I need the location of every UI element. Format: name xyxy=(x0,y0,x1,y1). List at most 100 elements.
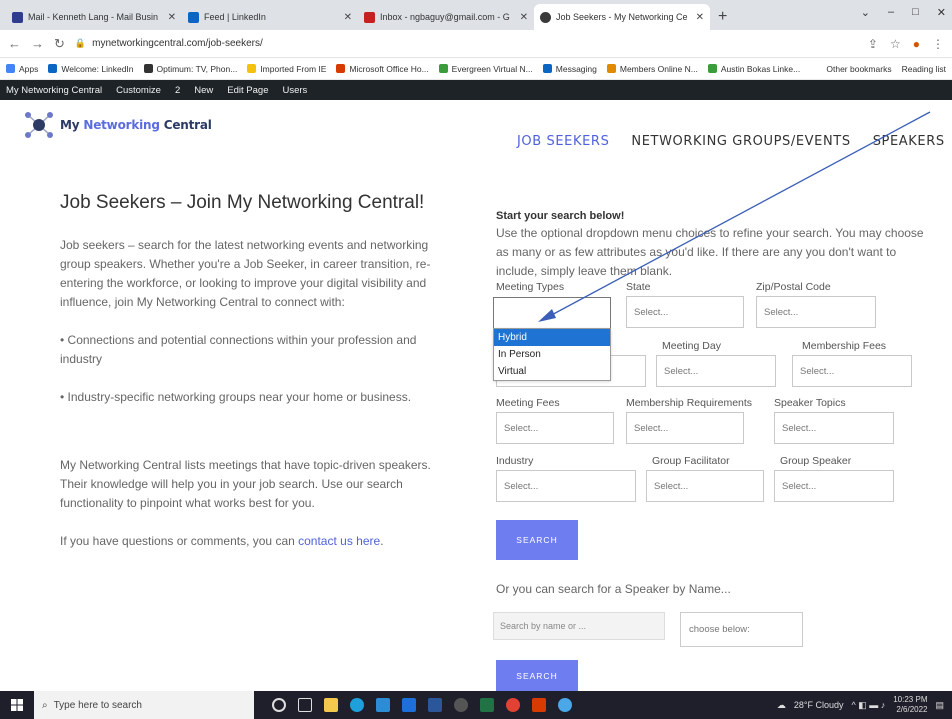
speaker-topics-select[interactable]: Select... xyxy=(774,412,894,444)
wp-admin-item[interactable]: My Networking Central xyxy=(6,85,102,96)
site-logo[interactable]: My Networking Central xyxy=(24,110,212,140)
taskbar-search-placeholder: Type here to search xyxy=(53,699,142,711)
close-icon[interactable]: ✕ xyxy=(520,12,528,23)
meeting-fees-select[interactable]: Select... xyxy=(496,412,614,444)
clock[interactable]: 10:23 PM 2/6/2022 xyxy=(893,695,927,715)
chevron-down-icon[interactable]: ⌄ xyxy=(861,6,870,19)
bookmark-item[interactable]: Optimum: TV, Phon... xyxy=(143,64,237,74)
word-icon[interactable] xyxy=(428,698,442,712)
filter-label: Zip/Postal Code xyxy=(756,281,831,293)
membership-fees-select[interactable]: Select... xyxy=(792,355,912,387)
minimize-icon[interactable]: – xyxy=(888,6,894,19)
group-speaker-select[interactable]: Select... xyxy=(774,470,894,502)
edge-icon[interactable] xyxy=(350,698,364,712)
dropdown-option-in-person[interactable]: In Person xyxy=(494,346,610,363)
wp-admin-item[interactable]: 2 xyxy=(175,85,180,96)
forward-icon[interactable]: → xyxy=(31,36,44,51)
task-view-icon[interactable] xyxy=(298,698,312,712)
lock-icon: 🔒 xyxy=(74,38,87,48)
windows-start-icon[interactable] xyxy=(0,691,34,719)
bookmark-item[interactable]: Apps xyxy=(6,64,38,74)
browser-tab-strip: Mail - Kenneth Lang - Mail Busin ✕ Feed … xyxy=(0,0,952,30)
bookmark-folder[interactable]: Reading list xyxy=(902,64,946,74)
filter-speaker-topics: Speaker Topics Select... xyxy=(774,397,904,444)
tab-title: Feed | LinkedIn xyxy=(204,12,266,22)
industry-select[interactable]: Select... xyxy=(496,470,636,502)
profile-icon[interactable]: ● xyxy=(913,37,920,51)
state-select[interactable]: Select... xyxy=(626,296,744,328)
wp-admin-bar: My Networking Central Customize 2 New Edit P… xyxy=(0,80,952,100)
bookmark-item[interactable]: Austin Bokas Linke... xyxy=(707,64,800,74)
filter-meeting-day: Meeting Day Select... xyxy=(656,340,786,387)
cortana-icon[interactable] xyxy=(272,698,286,712)
bookmark-icon xyxy=(6,64,15,73)
bookmark-icon xyxy=(336,64,346,73)
speaker-name-input[interactable]: Search by name or ... xyxy=(493,612,665,640)
meeting-day-select[interactable]: Select... xyxy=(656,355,776,387)
logo-network-icon xyxy=(25,112,53,138)
tray-icons[interactable]: ^ ◧ ▬ ♪ xyxy=(852,700,886,711)
intro-column: Job Seekers – Join My Networking Central… xyxy=(60,190,450,570)
bookmark-item[interactable]: Members Online N... xyxy=(606,64,698,74)
url-field[interactable]: 🔒 mynetworkingcentral.com/job-seekers/ xyxy=(75,34,858,54)
filter-label: Speaker Topics xyxy=(774,397,846,409)
app-icon[interactable] xyxy=(454,698,468,712)
close-icon[interactable]: ✕ xyxy=(696,12,704,23)
bookmark-item[interactable]: Messaging xyxy=(542,64,597,74)
wp-admin-item[interactable]: Edit Page xyxy=(227,85,268,96)
mail-icon[interactable] xyxy=(402,698,416,712)
speaker-choose-select[interactable]: choose below: xyxy=(680,612,803,647)
bookmark-label: Imported From IE xyxy=(260,63,327,74)
dropdown-option-virtual[interactable]: Virtual xyxy=(494,363,610,380)
office-icon[interactable] xyxy=(532,698,546,712)
filter-label: Meeting Fees xyxy=(496,397,560,409)
close-icon[interactable]: ✕ xyxy=(344,12,352,23)
group-facilitator-select[interactable]: Select... xyxy=(646,470,764,502)
zip-select[interactable]: Select... xyxy=(756,296,876,328)
maximize-icon[interactable]: □ xyxy=(912,6,919,19)
taskbar-search[interactable]: ⌕ Type here to search xyxy=(34,691,254,719)
search-intro-title: Start your search below! xyxy=(496,210,625,222)
nav-speakers[interactable]: SPEAKERS xyxy=(873,134,945,149)
contact-link[interactable]: contact us here xyxy=(298,534,380,548)
weather-text[interactable]: 28°F Cloudy xyxy=(794,700,844,710)
close-icon[interactable]: ✕ xyxy=(937,6,946,19)
intro-paragraph: Job seekers – search for the latest netw… xyxy=(60,238,431,309)
chrome-icon[interactable] xyxy=(506,698,520,712)
nav-job-seekers[interactable]: JOB SEEKERS xyxy=(517,134,609,149)
reload-icon[interactable]: ↻ xyxy=(54,36,65,52)
wp-admin-item[interactable]: Users xyxy=(282,85,307,96)
search-button[interactable]: SEARCH xyxy=(496,520,578,560)
wp-admin-item[interactable]: New xyxy=(194,85,213,96)
wp-admin-item[interactable]: Customize xyxy=(116,85,161,96)
menu-icon[interactable]: ⋮ xyxy=(932,37,944,51)
store-icon[interactable] xyxy=(376,698,390,712)
star-icon[interactable]: ☆ xyxy=(890,37,901,51)
back-icon[interactable]: ← xyxy=(8,36,21,51)
app-icon[interactable] xyxy=(558,698,572,712)
browser-tab[interactable]: Mail - Kenneth Lang - Mail Busin ✕ xyxy=(6,4,182,30)
new-tab-button[interactable]: + xyxy=(710,8,735,30)
file-explorer-icon[interactable] xyxy=(324,698,338,712)
filter-group-facilitator: Group Facilitator Select... xyxy=(646,455,774,502)
notification-icon[interactable]: ▤ xyxy=(935,700,944,711)
bookmark-item[interactable]: Welcome: LinkedIn xyxy=(48,64,134,74)
bookmark-folder[interactable]: Other bookmarks xyxy=(826,64,891,74)
bookmark-item[interactable]: Microsoft Office Ho... xyxy=(336,64,429,74)
browser-tab[interactable]: Inbox - ngbaguy@gmail.com - G ✕ xyxy=(358,4,534,30)
close-icon[interactable]: ✕ xyxy=(168,12,176,23)
excel-icon[interactable] xyxy=(480,698,494,712)
logo-text-highlight: Networking xyxy=(83,118,160,132)
meeting-types-select[interactable] xyxy=(493,297,611,329)
browser-tab[interactable]: Feed | LinkedIn ✕ xyxy=(182,4,358,30)
bookmark-item[interactable]: Imported From IE xyxy=(247,64,326,74)
bookmark-icon xyxy=(542,64,552,73)
bookmark-item[interactable]: Evergreen Virtual N... xyxy=(438,64,533,74)
nav-networking-groups-events[interactable]: NETWORKING GROUPS/EVENTS xyxy=(631,134,850,149)
browser-tab-active[interactable]: Job Seekers - My Networking Ce ✕ xyxy=(534,4,710,30)
membership-req-select[interactable]: Select... xyxy=(626,412,744,444)
dropdown-option-hybrid[interactable]: Hybrid xyxy=(494,329,610,346)
share-icon[interactable]: ⇪ xyxy=(868,37,878,51)
speaker-search-button[interactable]: SEARCH xyxy=(496,660,578,691)
filter-zip: Zip/Postal Code Select... xyxy=(756,281,886,328)
